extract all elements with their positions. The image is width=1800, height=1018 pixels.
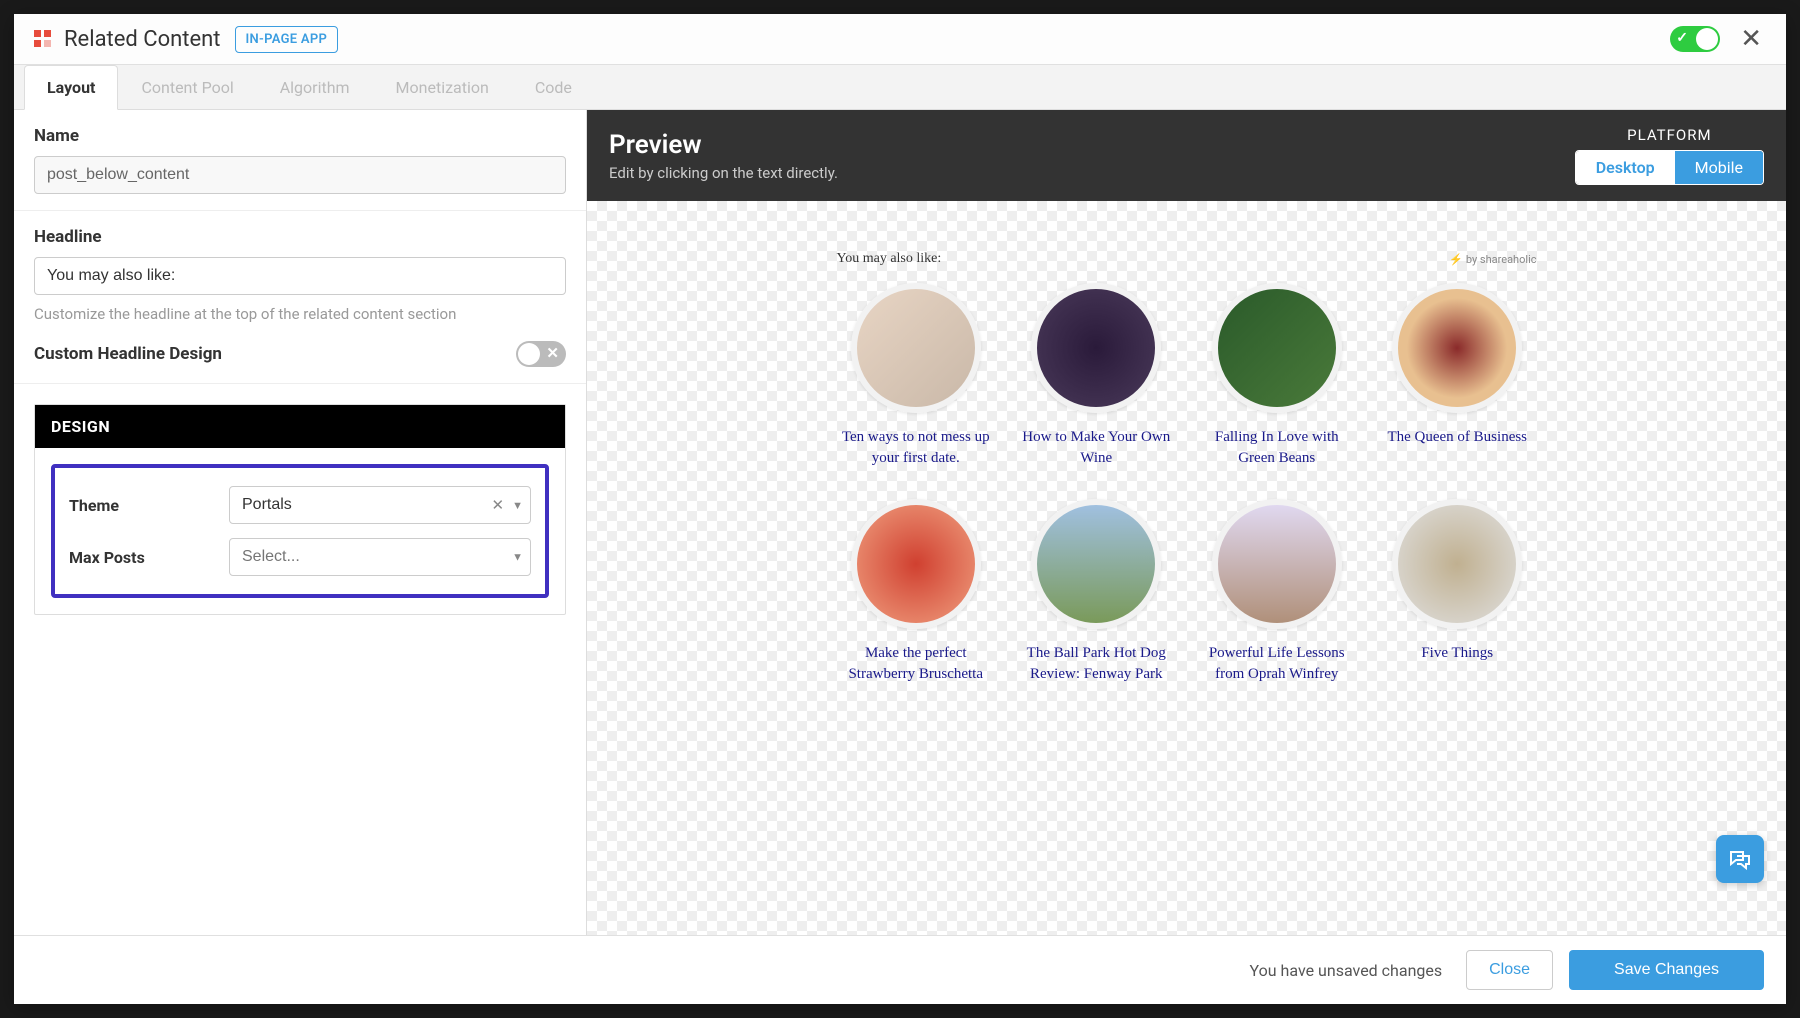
- enable-toggle[interactable]: ✓: [1670, 26, 1720, 52]
- headline-help: Customize the headline at the top of the…: [34, 305, 566, 323]
- preview-card[interactable]: Ten ways to not mess up your first date.: [837, 283, 996, 469]
- settings-modal: Related Content IN-PAGE APP ✓ ✕ Layout C…: [14, 14, 1786, 1004]
- platform-label: PLATFORM: [1575, 126, 1764, 144]
- theme-select[interactable]: [229, 486, 531, 524]
- card-title: Powerful Life Lessons from Oprah Winfrey: [1198, 643, 1357, 685]
- preview-card[interactable]: Make the perfect Strawberry Bruschetta: [837, 499, 996, 685]
- cards-grid: Ten ways to not mess up your first date.…: [837, 283, 1537, 685]
- preview-card[interactable]: Falling In Love with Green Beans: [1198, 283, 1357, 469]
- tab-algorithm[interactable]: Algorithm: [257, 65, 373, 110]
- modal-footer: You have unsaved changes Close Save Chan…: [14, 935, 1786, 1004]
- maxposts-select[interactable]: [229, 538, 531, 576]
- card-image: [1212, 283, 1342, 413]
- x-icon: ✕: [546, 344, 559, 362]
- card-title: The Queen of Business: [1378, 427, 1537, 448]
- preview-title: Preview: [609, 130, 838, 160]
- preview-card[interactable]: The Queen of Business: [1378, 283, 1537, 469]
- tab-monetization[interactable]: Monetization: [373, 65, 512, 110]
- card-image: [1031, 499, 1161, 629]
- card-image: [1392, 283, 1522, 413]
- name-input[interactable]: [34, 156, 566, 194]
- settings-panel: Name Headline Customize the headline at …: [14, 110, 587, 935]
- app-icon: [34, 30, 52, 48]
- name-label: Name: [34, 126, 566, 146]
- tab-code[interactable]: Code: [512, 65, 595, 110]
- chat-button[interactable]: [1716, 835, 1764, 883]
- unsaved-text: You have unsaved changes: [1250, 961, 1443, 980]
- platform-desktop[interactable]: Desktop: [1576, 151, 1675, 184]
- design-highlight: Theme ✕ ▼ Max Posts: [51, 464, 549, 598]
- close-icon[interactable]: ✕: [1736, 24, 1766, 54]
- card-image: [851, 283, 981, 413]
- card-title: Five Things: [1378, 643, 1537, 664]
- preview-card[interactable]: Powerful Life Lessons from Oprah Winfrey: [1198, 499, 1357, 685]
- preview-panel: Preview Edit by clicking on the text dir…: [587, 110, 1786, 935]
- check-icon: ✓: [1676, 30, 1688, 46]
- card-image: [851, 499, 981, 629]
- close-button[interactable]: Close: [1466, 950, 1553, 990]
- preview-card[interactable]: How to Make Your Own Wine: [1017, 283, 1176, 469]
- headline-label: Headline: [34, 227, 566, 247]
- widget-headline[interactable]: You may also like:: [837, 251, 942, 267]
- maxposts-label: Max Posts: [69, 548, 229, 567]
- save-button[interactable]: Save Changes: [1569, 950, 1764, 990]
- tab-content-pool[interactable]: Content Pool: [118, 65, 256, 110]
- design-block: DESIGN Theme ✕ ▼: [34, 404, 566, 615]
- preview-card[interactable]: Five Things: [1378, 499, 1537, 685]
- card-image: [1031, 283, 1161, 413]
- toggle-knob: [518, 343, 540, 365]
- card-image: [1212, 499, 1342, 629]
- chevron-down-icon[interactable]: ▼: [512, 551, 523, 564]
- tab-layout[interactable]: Layout: [24, 65, 118, 110]
- chevron-down-icon[interactable]: ▼: [512, 499, 523, 512]
- platform-mobile[interactable]: Mobile: [1675, 151, 1763, 184]
- card-title: Falling In Love with Green Beans: [1198, 427, 1357, 469]
- theme-label: Theme: [69, 496, 229, 515]
- card-title: The Ball Park Hot Dog Review: Fenway Par…: [1017, 643, 1176, 685]
- preview-canvas[interactable]: You may also like: by shareaholic Ten wa…: [587, 201, 1786, 935]
- headline-input[interactable]: [34, 257, 566, 295]
- tabs-bar: Layout Content Pool Algorithm Monetizati…: [14, 65, 1786, 110]
- clear-icon[interactable]: ✕: [492, 496, 505, 514]
- modal-title: Related Content: [64, 27, 221, 52]
- preview-subtitle: Edit by clicking on the text directly.: [609, 164, 838, 182]
- card-title: Make the perfect Strawberry Bruschetta: [837, 643, 996, 685]
- modal-header: Related Content IN-PAGE APP ✓ ✕: [14, 14, 1786, 65]
- custom-headline-toggle[interactable]: ✕: [516, 341, 566, 367]
- card-image: [1392, 499, 1522, 629]
- card-title: How to Make Your Own Wine: [1017, 427, 1176, 469]
- app-badge: IN-PAGE APP: [235, 26, 339, 53]
- platform-tabs: Desktop Mobile: [1575, 150, 1764, 185]
- design-header: DESIGN: [35, 405, 565, 448]
- custom-headline-label: Custom Headline Design: [34, 344, 222, 364]
- preview-card[interactable]: The Ball Park Hot Dog Review: Fenway Par…: [1017, 499, 1176, 685]
- toggle-knob: [1696, 28, 1718, 50]
- card-title: Ten ways to not mess up your first date.: [837, 427, 996, 469]
- attribution: by shareaholic: [1449, 253, 1536, 266]
